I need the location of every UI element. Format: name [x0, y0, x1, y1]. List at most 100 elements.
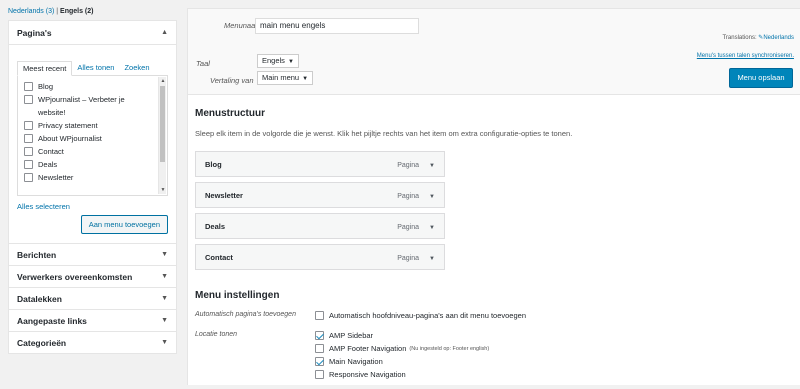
location-responsive-navigation[interactable]: Responsive Navigation — [315, 368, 489, 381]
auto-add-option[interactable]: Automatisch hoofdniveau-pagina's aan dit… — [315, 311, 526, 320]
menu-item-title: Newsletter — [205, 190, 243, 200]
menu-name-input[interactable]: main menu engels — [255, 18, 419, 34]
location-name: Responsive Navigation — [329, 370, 406, 379]
expand-arrow-icon[interactable]: ▼ — [429, 256, 435, 262]
page-checkbox[interactable] — [24, 160, 33, 169]
scroll-down-arrow-icon[interactable]: ▼ — [159, 186, 167, 194]
page-item-label: Blog — [38, 82, 54, 91]
location-amp-sidebar[interactable]: AMP Sidebar — [315, 329, 489, 342]
save-menu-button[interactable]: Menu opslaan — [729, 68, 793, 88]
location-name: Main Navigation — [329, 357, 383, 366]
expand-arrow-icon[interactable]: ▼ — [429, 163, 435, 169]
page-item-newsletter[interactable]: Newsletter — [24, 171, 166, 184]
panel-title: Aangepaste links — [17, 315, 87, 326]
auto-add-row: Automatisch pagina's toevoegen Automatis… — [195, 311, 793, 327]
translation-link-label: Nederlands — [763, 35, 794, 41]
page-item-label: About WPjournalist — [38, 134, 102, 143]
pages-panel-title: Pagina's — [17, 27, 52, 38]
menu-item-blog[interactable]: Blog Pagina ▼ — [195, 151, 445, 177]
scroll-up-arrow-icon[interactable]: ▲ — [159, 77, 167, 85]
page-item-label: WPjournalist – Verbeter je website! — [38, 95, 125, 117]
language-label: Taal — [196, 59, 210, 68]
menu-item-contact[interactable]: Contact Pagina ▼ — [195, 244, 445, 270]
page-item-privacy[interactable]: Privacy statement — [24, 119, 166, 132]
auto-add-text: Automatisch hoofdniveau-pagina's aan dit… — [329, 311, 526, 320]
menu-item-deals[interactable]: Deals Pagina ▼ — [195, 213, 445, 239]
language-filter-nl[interactable]: Nederlands (3) — [8, 8, 54, 15]
location-amp-footer[interactable]: AMP Footer Navigation (Nu ingesteld op: F… — [315, 342, 489, 355]
language-filter-en[interactable]: Engels (2) — [60, 8, 93, 15]
collapse-arrow-icon[interactable]: ▲ — [161, 29, 168, 36]
page-item-deals[interactable]: Deals — [24, 158, 166, 171]
panel-posts[interactable]: Berichten ▼ — [8, 244, 177, 266]
tab-show-all[interactable]: Alles tonen — [72, 61, 119, 76]
dropdown-caret-icon: ▼ — [302, 76, 309, 82]
location-checkbox-checked[interactable] — [315, 331, 324, 340]
menu-header: Menunaam main menu engels Taal Engels ▼ V… — [187, 8, 800, 95]
panel-title: Categorieën — [17, 337, 67, 348]
menu-edit-area: Menustructuur Sleep elk item in de volgo… — [187, 95, 800, 385]
translation-select[interactable]: Main menu ▼ — [257, 71, 314, 85]
page-item-about[interactable]: About WPjournalist — [24, 132, 166, 145]
expand-arrow-icon[interactable]: ▼ — [161, 273, 168, 280]
location-checkbox-checked[interactable] — [315, 357, 324, 366]
page-checkbox[interactable] — [24, 121, 33, 130]
location-note: (Nu ingesteld op: Footer english) — [409, 345, 490, 352]
page-item-label: Contact — [38, 147, 64, 156]
pages-checklist-panel: Blog WPjournalist – Verbeter je website!… — [17, 75, 168, 196]
tab-most-recent[interactable]: Meest recent — [17, 61, 73, 76]
page-item-contact[interactable]: Contact — [24, 145, 166, 158]
panel-data-breaches[interactable]: Datalekken ▼ — [8, 288, 177, 310]
page-checkbox[interactable] — [24, 173, 33, 182]
expand-arrow-icon[interactable]: ▼ — [161, 295, 168, 302]
tab-search[interactable]: Zoeken — [119, 61, 154, 76]
checklist-scrollbar[interactable]: ▲ ▼ — [158, 77, 166, 194]
translation-select-value: Main menu — [262, 73, 300, 82]
menu-settings-title: Menu instellingen — [195, 290, 280, 301]
location-row: Locatie tonen AMP Sidebar AMP Footer Nav… — [195, 329, 793, 389]
location-name: AMP Footer Navigation — [329, 344, 407, 353]
page-checkbox[interactable] — [24, 134, 33, 143]
select-all-link[interactable]: Alles selecteren — [17, 202, 168, 211]
menu-item-title: Deals — [205, 221, 226, 231]
page-checkbox[interactable] — [24, 147, 33, 156]
menu-management: Menunaam main menu engels Taal Engels ▼ V… — [187, 8, 800, 385]
language-select[interactable]: Engels ▼ — [257, 54, 299, 68]
scrollbar-thumb[interactable] — [160, 86, 165, 162]
pages-tabs: Meest recent Alles tonen Zoeken — [17, 61, 168, 76]
sync-menus-link[interactable]: Menu's tussen talen synchroniseren. — [697, 53, 794, 59]
translation-link-nederlands[interactable]: ✎Nederlands — [758, 35, 794, 41]
panel-processor-agreements[interactable]: Verwerkers overeenkomsten ▼ — [8, 266, 177, 288]
expand-arrow-icon[interactable]: ▼ — [429, 194, 435, 200]
auto-add-label: Automatisch pagina's toevoegen — [195, 311, 296, 318]
expand-arrow-icon[interactable]: ▼ — [161, 251, 168, 258]
page-item-label: Newsletter — [38, 173, 74, 182]
location-checkbox[interactable] — [315, 344, 324, 353]
page-checkbox[interactable] — [24, 82, 33, 91]
page-item-wpjournalist[interactable]: WPjournalist – Verbeter je website! — [24, 93, 166, 119]
translation-label: Vertaling van — [210, 76, 254, 85]
pages-checklist: Blog WPjournalist – Verbeter je website!… — [24, 80, 166, 184]
panel-title: Berichten — [17, 249, 57, 260]
panel-categories[interactable]: Categorieën ▼ — [8, 332, 177, 354]
menu-item-title: Contact — [205, 252, 233, 262]
page-item-label: Privacy statement — [38, 121, 98, 130]
panel-custom-links[interactable]: Aangepaste links ▼ — [8, 310, 177, 332]
pages-panel: Pagina's ▲ Meest recent Alles tonen Zoek… — [8, 20, 177, 244]
expand-arrow-icon[interactable]: ▼ — [161, 317, 168, 324]
location-label: Locatie tonen — [195, 331, 238, 338]
menu-item-type: Pagina — [397, 161, 420, 169]
menu-item-title: Blog — [205, 159, 222, 169]
page-item-blog[interactable]: Blog — [24, 80, 166, 93]
menu-item-type: Pagina — [397, 223, 420, 231]
expand-arrow-icon[interactable]: ▼ — [429, 225, 435, 231]
menu-item-newsletter[interactable]: Newsletter Pagina ▼ — [195, 182, 445, 208]
add-to-menu-button[interactable]: Aan menu toevoegen — [80, 215, 168, 234]
location-main-navigation[interactable]: Main Navigation — [315, 355, 489, 368]
location-checkbox[interactable] — [315, 370, 324, 379]
location-list: AMP Sidebar AMP Footer Navigation (Nu ing… — [315, 329, 489, 381]
location-name: AMP Sidebar — [329, 331, 374, 340]
expand-arrow-icon[interactable]: ▼ — [161, 339, 168, 346]
auto-add-checkbox[interactable] — [315, 311, 324, 320]
pages-panel-header[interactable]: Pagina's ▲ — [9, 21, 176, 45]
